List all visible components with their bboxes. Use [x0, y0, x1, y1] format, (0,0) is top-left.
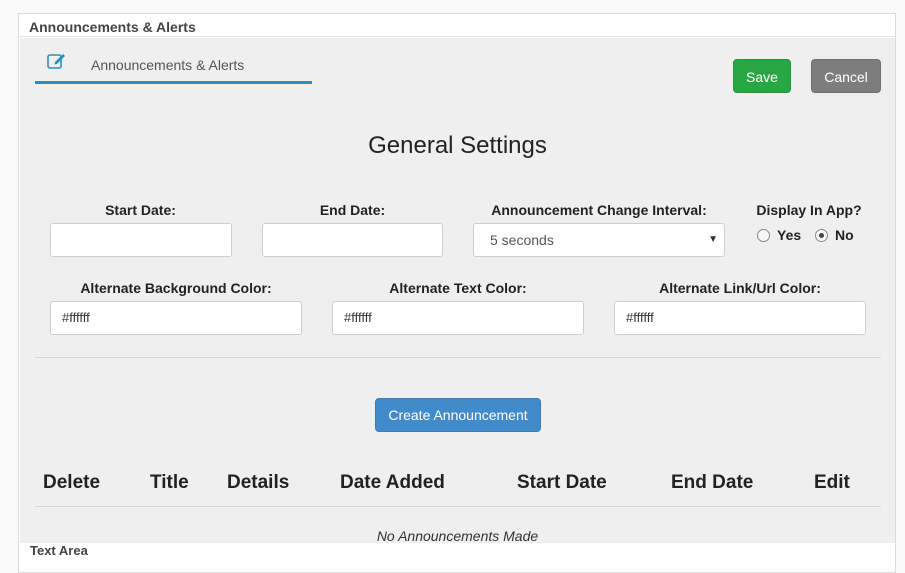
column-header-title: Title	[150, 472, 189, 493]
cancel-button[interactable]: Cancel	[811, 59, 881, 93]
interval-value: 5 seconds	[490, 232, 554, 248]
table-divider	[35, 506, 881, 507]
interval-label: Announcement Change Interval:	[491, 202, 707, 218]
column-header-details: Details	[227, 472, 290, 493]
column-header-start-date: Start Date	[517, 472, 607, 493]
panel-title: Announcements & Alerts	[29, 19, 196, 35]
announcements-panel: Announcements & Alerts Announcements & A…	[18, 13, 896, 573]
display-no-radio[interactable]	[815, 229, 828, 242]
display-yes-radio[interactable]	[757, 229, 770, 242]
start-date-label: Start Date:	[105, 202, 176, 218]
panel-header: Announcements & Alerts	[19, 14, 895, 37]
alt-bg-label: Alternate Background Color:	[80, 280, 272, 296]
display-no-label: No	[835, 227, 854, 243]
save-button[interactable]: Save	[733, 59, 791, 93]
edit-icon	[47, 52, 67, 70]
display-in-app-label: Display In App?	[756, 202, 862, 218]
column-header-date-added: Date Added	[340, 472, 445, 493]
column-header-delete: Delete	[43, 472, 101, 493]
display-yes-label: Yes	[777, 227, 802, 243]
alt-bg-input[interactable]: #ffffff	[50, 301, 302, 335]
chevron-down-icon: ▼	[708, 234, 718, 245]
alt-text-input[interactable]: #ffffff	[332, 301, 584, 335]
tab-announcements[interactable]: Announcements & Alerts	[35, 50, 312, 84]
empty-table-message: No Announcements Made	[376, 528, 539, 544]
end-date-input[interactable]	[262, 223, 443, 257]
alt-link-input[interactable]: #ffffff	[614, 301, 866, 335]
panel-body: Announcements & Alerts Save Cancel Gener…	[20, 38, 895, 544]
start-date-input[interactable]	[50, 223, 232, 257]
tab-label: Announcements & Alerts	[91, 57, 245, 73]
column-header-end-date: End Date	[671, 472, 754, 493]
interval-select[interactable]: 5 seconds ▼	[473, 223, 725, 257]
divider	[35, 357, 881, 358]
alt-link-label: Alternate Link/Url Color:	[659, 280, 821, 296]
column-header-edit: Edit	[814, 472, 850, 493]
end-date-label: End Date:	[319, 202, 386, 218]
section-title: General Settings	[368, 132, 547, 159]
create-announcement-button[interactable]: Create Announcement	[375, 398, 541, 432]
alt-text-label: Alternate Text Color:	[389, 280, 527, 296]
